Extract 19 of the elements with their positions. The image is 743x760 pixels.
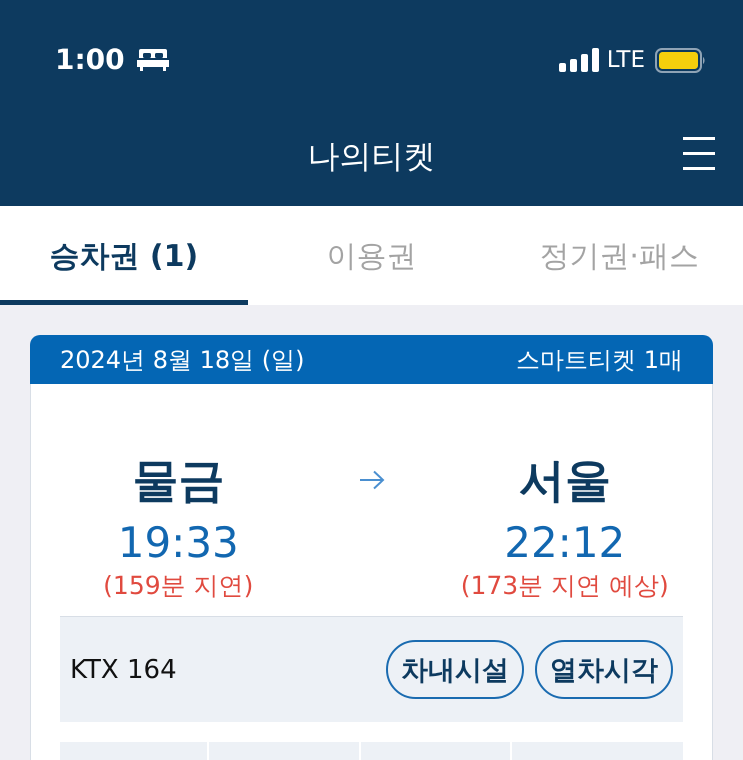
bed-icon [136, 49, 169, 71]
page-title: 나의티켓 [308, 136, 436, 176]
arrow-icon [358, 470, 384, 490]
signal-icon [558, 48, 599, 72]
departure-station: 물금 [132, 452, 224, 508]
network-label: LTE [606, 46, 645, 75]
train-number: KTX 164 [70, 654, 177, 684]
timetable-button[interactable]: 열차시각 [535, 640, 673, 699]
departure-delay: (159분 지연) [103, 570, 254, 602]
arrival-delay: (173분 지연 예상) [460, 570, 669, 602]
menu-icon[interactable] [683, 136, 715, 170]
arrival-station: 서울 [518, 452, 611, 508]
departure-time: 19:33 [118, 518, 239, 568]
facilities-button[interactable]: 차내시설 [386, 640, 524, 699]
travel-date: 2024년 8월 18일 (일) [60, 344, 304, 374]
status-time: 1:00 [55, 42, 125, 78]
ticket-count: 스마트티켓 1매 [516, 344, 683, 374]
battery-icon [655, 48, 706, 72]
arrival-time: 22:12 [504, 518, 626, 568]
